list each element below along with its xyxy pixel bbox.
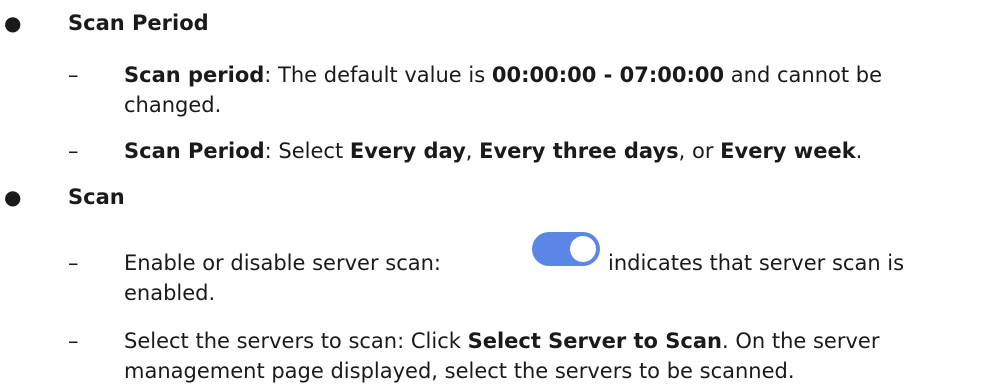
dash-icon: – [68,63,79,87]
list-item-continuation: changed. [124,90,221,120]
text: . [855,139,863,163]
option: Every three days [479,139,679,163]
list-item-continuation: management page displayed, select the se… [124,356,795,386]
list-item-select-servers: Select the servers to scan: Click Select… [124,326,879,356]
text: changed. [124,93,222,117]
list-item-text: indicates that server scan is [608,248,904,278]
section-title-scan-period: Scan Period [68,8,209,38]
section-title: Scan [68,185,125,209]
text: , [465,139,480,163]
text: management page displayed, select the se… [124,359,795,383]
action-label: Select Server to Scan [467,329,722,353]
dash-icon: – [68,329,79,353]
text: . On the server [721,329,880,353]
option: Every day [349,139,466,163]
bullet-icon: ● [4,11,22,35]
bullet-icon: ● [4,185,22,209]
option: Every week [720,139,856,163]
text: and cannot be [724,63,883,87]
dash-icon: – [68,251,79,275]
text: Select the servers to scan: Click [124,329,468,353]
text: indicates that server scan is [608,251,905,275]
term: Scan period [124,63,265,87]
list-item-enable-scan: Enable or disable server scan: [124,248,441,278]
list-item-scan-period-select: Scan Period: Select Every day, Every thr… [124,136,862,166]
list-item-continuation: enabled. [124,278,215,308]
list-item-scan-period-default: Scan period: The default value is 00:00:… [124,60,882,90]
text: : Select [264,139,350,163]
text: enabled. [124,281,216,305]
text: : The default value is [264,63,492,87]
value: 00:00:00 - 07:00:00 [491,63,725,87]
toggle-on-icon [532,232,600,266]
section-title-scan: Scan [68,182,125,212]
term: Scan Period [124,139,265,163]
document: ● Scan Period – Scan period: The default… [0,0,1008,390]
text: , or [678,139,721,163]
dash-icon: – [68,139,79,163]
section-title: Scan Period [68,11,209,35]
text: Enable or disable server scan: [124,251,441,275]
toggle-knob [570,236,596,262]
